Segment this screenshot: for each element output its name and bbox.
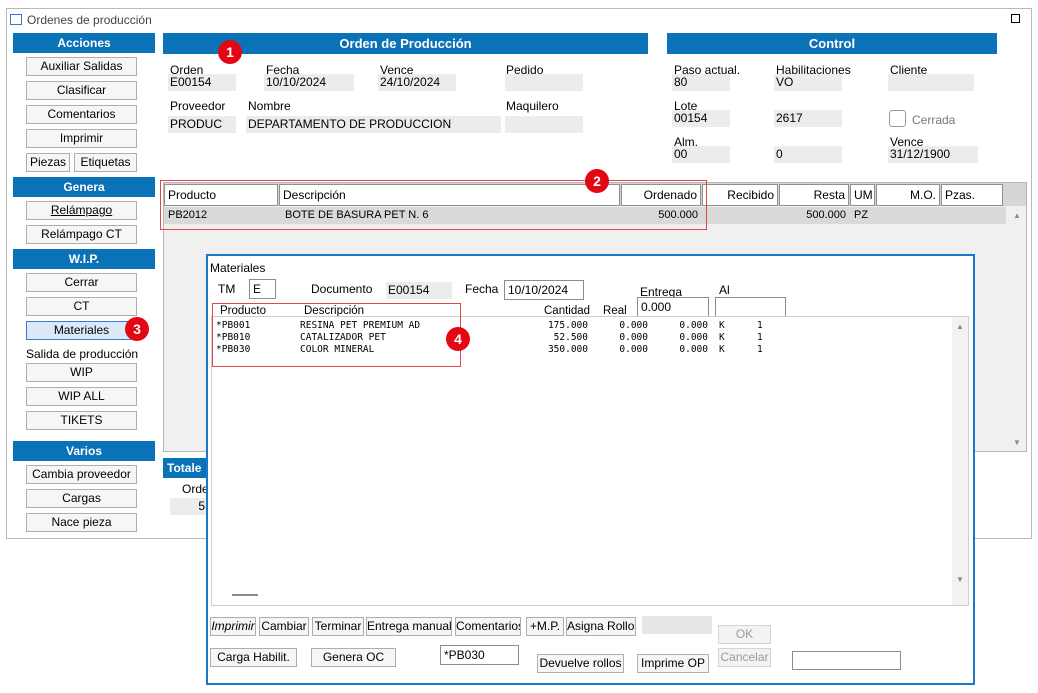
maximize-icon[interactable]: [1011, 14, 1020, 23]
comentarios-button[interactable]: Comentarios: [26, 105, 137, 124]
materiales-title: Materiales: [210, 261, 266, 275]
hscroll-thumb[interactable]: [232, 594, 258, 596]
asigna-rollos-button[interactable]: Asigna Rollos: [566, 617, 636, 636]
materiales-fecha-input[interactable]: 10/10/2024: [504, 280, 584, 300]
mat-scroll-up-icon[interactable]: ▲: [956, 322, 964, 331]
cambia-proveedor-button[interactable]: Cambia proveedor: [26, 465, 137, 484]
nace-pieza-button[interactable]: Nace pieza: [26, 513, 137, 532]
varios-header: Varios: [13, 441, 155, 461]
cancelar-button[interactable]: Cancelar: [718, 648, 771, 667]
tikets-button[interactable]: TIKETS: [26, 411, 137, 430]
imprimir-button[interactable]: Imprimir: [26, 129, 137, 148]
materiales-fecha-label: Fecha: [465, 282, 499, 296]
terminar-button[interactable]: Terminar: [312, 617, 364, 636]
badge-1: 1: [218, 40, 242, 64]
row-um: PZ: [854, 209, 869, 221]
lote-secondary-field[interactable]: 2617: [774, 110, 842, 127]
row-recibido: [702, 207, 778, 224]
cerrada-checkbox[interactable]: [889, 110, 906, 127]
carga-habilit-button[interactable]: Carga Habilit.: [210, 648, 297, 667]
alm-field[interactable]: 00: [672, 146, 730, 163]
lote-field[interactable]: 00154: [672, 110, 730, 127]
cerrar-button[interactable]: Cerrar: [26, 273, 137, 292]
current-code-input[interactable]: *PB030: [440, 645, 519, 665]
entrega-manual-button[interactable]: Entrega manual: [366, 617, 452, 636]
maquilero-label: Maquilero: [506, 99, 559, 113]
badge-2: 2: [585, 169, 609, 193]
fecha-field[interactable]: 10/10/2024: [264, 74, 354, 91]
mat-imprimir-button[interactable]: Imprimir: [210, 617, 256, 636]
mat-comentarios-button[interactable]: Comentarios: [455, 617, 521, 636]
blank-field[interactable]: [642, 616, 712, 634]
habilitaciones-field[interactable]: VO: [774, 74, 842, 91]
row-pzas: [941, 207, 1003, 224]
orden-field[interactable]: E00154: [168, 74, 236, 91]
control-header: Control: [667, 33, 997, 54]
tm-input[interactable]: E: [249, 279, 276, 299]
nombre-field[interactable]: DEPARTAMENTO DE PRODUCCION: [246, 116, 501, 133]
relampago-button[interactable]: Relámpago: [26, 201, 137, 220]
vence-field[interactable]: 24/10/2024: [378, 74, 456, 91]
highlight-grid-row: [160, 180, 707, 230]
proveedor-label: Proveedor: [170, 99, 226, 113]
imprime-op-button[interactable]: Imprime OP: [637, 654, 709, 673]
proveedor-field[interactable]: PRODUC: [168, 116, 236, 133]
al-input[interactable]: [715, 297, 786, 317]
highlight-materiales-list: [212, 303, 461, 367]
wip-button[interactable]: WIP: [26, 363, 137, 382]
col-mo[interactable]: M.O.: [876, 184, 940, 206]
cliente-field[interactable]: [888, 74, 974, 91]
auxiliar-salidas-button[interactable]: Auxiliar Salidas: [26, 57, 137, 76]
grid-scrollbar[interactable]: [1008, 207, 1026, 451]
wip-header: W.I.P.: [13, 249, 155, 269]
window-icon: [10, 14, 22, 25]
mat-scroll-down-icon[interactable]: ▼: [956, 575, 964, 584]
col-resta[interactable]: Resta: [779, 184, 849, 206]
window-title: Ordenes de producción: [27, 13, 152, 27]
materiales-scrollbar[interactable]: [952, 317, 968, 605]
wip-all-button[interactable]: WIP ALL: [26, 387, 137, 406]
col-um[interactable]: UM: [850, 184, 875, 206]
ok-button[interactable]: OK: [718, 625, 771, 644]
cambiar-button[interactable]: Cambiar: [259, 617, 309, 636]
entrega-input[interactable]: 0.000: [637, 297, 709, 317]
maquilero-field[interactable]: [505, 116, 583, 133]
documento-label: Documento: [311, 282, 373, 296]
totales-header: Totale: [163, 458, 207, 478]
devuelve-rollos-button[interactable]: Devuelve rollos: [537, 654, 624, 673]
materiales-button[interactable]: Materiales: [26, 321, 137, 340]
row-resta: 500.000: [806, 209, 846, 221]
row-mo: [876, 207, 940, 224]
totales-orden-label: Orde: [182, 482, 209, 496]
al-label: Al: [719, 283, 730, 297]
cerrada-label: Cerrada: [912, 113, 956, 127]
etiquetas-button[interactable]: Etiquetas: [74, 153, 137, 172]
documento-field[interactable]: E00154: [386, 282, 452, 299]
genera-header: Genera: [13, 177, 155, 197]
piezas-button[interactable]: Piezas: [26, 153, 70, 172]
scroll-down-icon[interactable]: ▼: [1013, 438, 1021, 447]
col-recibido[interactable]: Recibido: [702, 184, 778, 206]
relampago-ct-button[interactable]: Relámpago CT: [26, 225, 137, 244]
acciones-header: Acciones: [13, 33, 155, 53]
status-input[interactable]: [792, 651, 901, 670]
paso-actual-field[interactable]: 80: [672, 74, 730, 91]
mas-mp-button[interactable]: +M.P.: [526, 617, 564, 636]
badge-4: 4: [446, 327, 470, 351]
genera-oc-button[interactable]: Genera OC: [311, 648, 396, 667]
totales-orden-field[interactable]: 5: [170, 498, 207, 515]
badge-3: 3: [125, 317, 149, 341]
alm-secondary-field[interactable]: 0: [774, 146, 842, 163]
pedido-field[interactable]: [505, 74, 583, 91]
nombre-label: Nombre: [248, 99, 291, 113]
scroll-up-icon[interactable]: ▲: [1013, 211, 1021, 220]
clasificar-button[interactable]: Clasificar: [26, 81, 137, 100]
tm-label: TM: [218, 282, 236, 296]
ct-button[interactable]: CT: [26, 297, 137, 316]
control-vence-field[interactable]: 31/12/1900: [888, 146, 978, 163]
salida-produccion-label: Salida de producción: [26, 347, 139, 361]
col-pzas[interactable]: Pzas.: [941, 184, 1003, 206]
cargas-button[interactable]: Cargas: [26, 489, 137, 508]
